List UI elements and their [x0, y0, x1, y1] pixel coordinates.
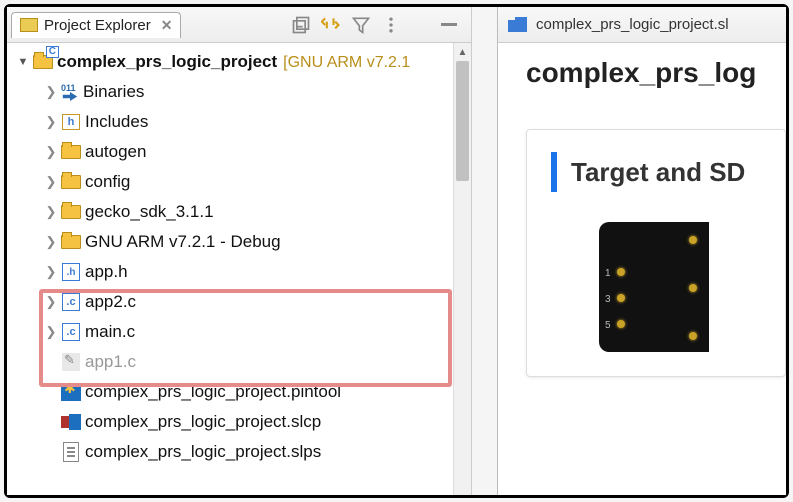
chevron-right-icon[interactable]: [43, 84, 59, 100]
tree-root-decoration: [GNU ARM v7.2.1: [283, 54, 410, 72]
board-image: 1 3 5: [599, 222, 709, 352]
tree-item-slps[interactable]: complex_prs_logic_project.slps: [7, 437, 471, 467]
tree-item-label: app2.c: [85, 292, 136, 312]
chevron-right-icon[interactable]: [43, 144, 59, 160]
view-tabbar: Project Explorer ✕: [7, 7, 471, 43]
chevron-right-icon[interactable]: [43, 204, 59, 220]
tree-item-includes[interactable]: h Includes: [7, 107, 471, 137]
tree-item-label: Binaries: [83, 82, 144, 102]
excluded-file-icon: [61, 352, 81, 372]
spacer: [43, 354, 59, 370]
spacer: [43, 414, 59, 430]
chevron-right-icon[interactable]: [43, 264, 59, 280]
tree-item-label: GNU ARM v7.2.1 - Debug: [85, 232, 281, 252]
sash-gap[interactable]: [472, 7, 498, 495]
minimize-icon[interactable]: [441, 23, 457, 26]
chevron-right-icon[interactable]: [43, 114, 59, 130]
chevron-right-icon[interactable]: [43, 234, 59, 250]
close-icon[interactable]: ✕: [157, 17, 173, 34]
chevron-right-icon[interactable]: [43, 324, 59, 340]
folder-icon: [61, 172, 81, 192]
tree-item-label: autogen: [85, 142, 146, 162]
pin-label: 5: [605, 320, 611, 331]
includes-icon: h: [61, 112, 81, 132]
c-file-icon: .c: [61, 322, 81, 342]
folder-icon: [61, 142, 81, 162]
h-file-icon: .h: [61, 262, 81, 282]
editor-panel: complex_prs_logic_project.sl complex_prs…: [498, 7, 786, 495]
pin-label: 1: [605, 268, 611, 279]
editor-tab-label: complex_prs_logic_project.sl: [536, 16, 729, 33]
view-menu-icon[interactable]: [381, 15, 401, 35]
folder-icon: [61, 202, 81, 222]
pintool-icon: [61, 382, 81, 402]
svg-text:011: 011: [61, 83, 76, 93]
project-tree: C complex_prs_logic_project [GNU ARM v7.…: [7, 43, 471, 495]
tree-item-binaries[interactable]: 011 Binaries: [7, 77, 471, 107]
collapse-all-icon[interactable]: [291, 15, 311, 35]
tree-item-slcp[interactable]: complex_prs_logic_project.slcp: [7, 407, 471, 437]
tree-item-gnuarm-debug[interactable]: GNU ARM v7.2.1 - Debug: [7, 227, 471, 257]
project-explorer-panel: Project Explorer ✕ C complex_: [7, 7, 472, 495]
spacer: [43, 384, 59, 400]
tree-item-label: app1.c: [85, 352, 136, 372]
tree-item-label: complex_prs_logic_project.pintool: [85, 382, 341, 402]
tab-label: Project Explorer: [44, 17, 151, 34]
tree-item-pintool[interactable]: complex_prs_logic_project.pintool: [7, 377, 471, 407]
tab-slcp-editor[interactable]: complex_prs_logic_project.sl: [498, 7, 786, 43]
tree-root-label: complex_prs_logic_project: [57, 52, 277, 72]
card-title: Target and SD: [571, 157, 745, 188]
c-file-icon: .c: [61, 292, 81, 312]
tree-item-label: main.c: [85, 322, 135, 342]
editor-body: complex_prs_log Target and SD 1 3 5: [498, 43, 786, 495]
tree-item-app2-c[interactable]: .c app2.c: [7, 287, 471, 317]
page-title: complex_prs_log: [526, 57, 786, 89]
chevron-down-icon[interactable]: [15, 54, 31, 70]
chevron-right-icon[interactable]: [43, 294, 59, 310]
folder-icon: [61, 232, 81, 252]
file-icon: [61, 442, 81, 462]
tree-item-label: complex_prs_logic_project.slps: [85, 442, 321, 462]
slcp-tab-icon: [508, 17, 528, 33]
scroll-up-icon[interactable]: ▲: [454, 43, 471, 61]
spacer: [43, 444, 59, 460]
target-sdk-card: Target and SD 1 3 5: [526, 129, 786, 377]
pin-label: 3: [605, 294, 611, 305]
tree-item-main-c[interactable]: .c main.c: [7, 317, 471, 347]
scroll-thumb[interactable]: [456, 61, 469, 181]
tree-item-autogen[interactable]: autogen: [7, 137, 471, 167]
accent-bar: [551, 152, 557, 192]
chevron-right-icon[interactable]: [43, 174, 59, 190]
tree-item-label: app.h: [85, 262, 128, 282]
link-editor-icon[interactable]: [321, 15, 341, 35]
tree-item-label: Includes: [85, 112, 148, 132]
tree-item-app-h[interactable]: .h app.h: [7, 257, 471, 287]
tree-item-app1-c[interactable]: app1.c: [7, 347, 471, 377]
tree-root[interactable]: C complex_prs_logic_project [GNU ARM v7.…: [7, 47, 471, 77]
binaries-icon: 011: [61, 83, 79, 101]
tree-item-label: complex_prs_logic_project.slcp: [85, 412, 321, 432]
tree-item-config[interactable]: config: [7, 167, 471, 197]
filter-icon[interactable]: [351, 15, 371, 35]
vertical-scrollbar[interactable]: ▲: [453, 43, 471, 495]
slcp-icon: [61, 412, 81, 432]
c-project-icon: C: [33, 52, 53, 72]
project-explorer-icon: [20, 18, 38, 32]
tab-project-explorer[interactable]: Project Explorer ✕: [11, 12, 181, 38]
tree-item-geckosdk[interactable]: gecko_sdk_3.1.1: [7, 197, 471, 227]
tree-item-label: gecko_sdk_3.1.1: [85, 202, 214, 222]
tree-item-label: config: [85, 172, 130, 192]
view-toolbar: [291, 15, 467, 35]
